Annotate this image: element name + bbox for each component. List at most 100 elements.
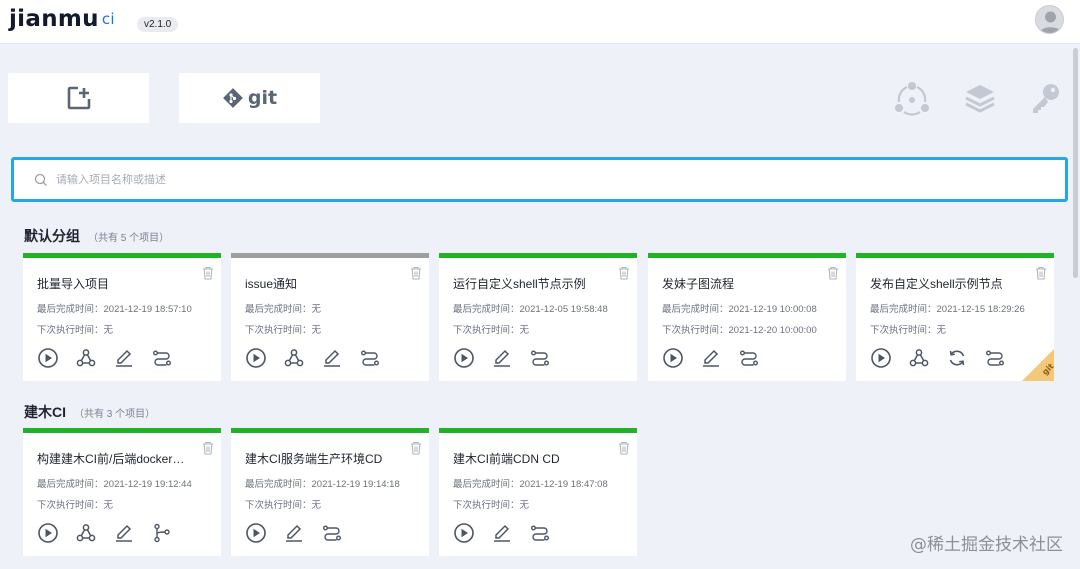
next-execution-label: 下次执行时间： [37, 325, 104, 336]
play-icon[interactable] [453, 522, 475, 544]
project-card[interactable]: 建木CI服务端生产环境CD 最后完成时间：2021-12-19 19:14:18 下… [231, 428, 429, 556]
next-execution: 下次执行时间：2021-12-20 10:00:00 [662, 322, 817, 336]
play-icon[interactable] [37, 347, 59, 369]
search-icon [34, 173, 47, 186]
next-execution-label: 下次执行时间： [37, 500, 104, 511]
next-execution-value: 无 [311, 325, 322, 336]
group-title: 默认分组 [24, 228, 80, 244]
top-bar: jianmu ci v2.1.0 [0, 0, 1080, 44]
card-actions [453, 522, 567, 544]
last-completed-value: 2021-12-19 19:12:44 [103, 479, 192, 490]
pencil-icon[interactable] [113, 522, 135, 544]
last-completed: 最后完成时间：2021-12-05 19:58:48 [453, 301, 608, 315]
trash-icon[interactable] [1035, 266, 1047, 280]
project-name[interactable]: 发布自定义shell示例节点 [870, 275, 1020, 292]
last-completed-label: 最后完成时间： [37, 304, 104, 315]
project-card[interactable]: issue通知 最后完成时间：无 下次执行时间：无 [231, 253, 429, 381]
next-execution: 下次执行时间：无 [453, 322, 529, 336]
git-badge: git [1022, 349, 1054, 381]
last-completed-value: 2021-12-19 10:00:08 [728, 304, 817, 315]
last-completed: 最后完成时间：2021-12-19 19:14:18 [245, 476, 400, 490]
project-name[interactable]: 建木CI服务端生产环境CD [245, 450, 395, 467]
next-execution-value: 无 [519, 500, 530, 511]
key-icon[interactable] [1028, 80, 1064, 116]
next-execution-value: 无 [103, 500, 114, 511]
project-card[interactable]: 批量导入项目 最后完成时间：2021-12-19 18:57:10 下次执行时间：无 [23, 253, 221, 381]
sync-icon[interactable] [946, 347, 968, 369]
project-name[interactable]: 运行自定义shell节点示例 [453, 275, 603, 292]
pencil-icon[interactable] [491, 347, 513, 369]
trash-icon[interactable] [618, 266, 630, 280]
project-name[interactable]: 构建建木CI前/后端docker镜像 [37, 450, 187, 467]
project-name[interactable]: 批量导入项目 [37, 275, 187, 292]
pencil-icon[interactable] [321, 347, 343, 369]
last-completed-label: 最后完成时间： [453, 304, 520, 315]
play-icon[interactable] [662, 347, 684, 369]
project-name[interactable]: issue通知 [245, 275, 395, 292]
layers-icon[interactable] [962, 80, 998, 116]
last-completed-label: 最后完成时间： [37, 479, 104, 490]
swap-icon[interactable] [984, 347, 1006, 369]
next-execution: 下次执行时间：无 [870, 322, 946, 336]
last-completed-value: 无 [311, 304, 322, 315]
last-completed: 最后完成时间：2021-12-19 18:57:10 [37, 301, 192, 315]
play-icon[interactable] [245, 522, 267, 544]
project-card[interactable]: 运行自定义shell节点示例 最后完成时间：2021-12-05 19:58:48… [439, 253, 637, 381]
pencil-icon[interactable] [491, 522, 513, 544]
play-icon[interactable] [870, 347, 892, 369]
webhook-icon[interactable] [75, 347, 97, 369]
webhook-icon[interactable] [75, 522, 97, 544]
play-icon[interactable] [453, 347, 475, 369]
git-label: git [247, 87, 278, 109]
import-git-button[interactable]: git [179, 73, 320, 123]
next-execution-label: 下次执行时间： [245, 500, 312, 511]
last-completed: 最后完成时间：2021-12-19 10:00:08 [662, 301, 817, 315]
webhook-icon[interactable] [908, 347, 930, 369]
next-execution-label: 下次执行时间： [870, 325, 937, 336]
last-completed-label: 最后完成时间： [245, 479, 312, 490]
swap-icon[interactable] [151, 347, 173, 369]
card-actions [245, 522, 359, 544]
trash-icon[interactable] [618, 441, 630, 455]
project-name[interactable]: 建木CI前端CDN CD [453, 450, 603, 467]
project-card[interactable]: 构建建木CI前/后端docker镜像最后完成时间：2021-12-19 19:1… [23, 428, 221, 556]
swap-icon[interactable] [738, 347, 760, 369]
card-actions [662, 347, 776, 369]
trash-icon[interactable] [827, 266, 839, 280]
avatar[interactable] [1035, 5, 1064, 34]
next-execution-label: 下次执行时间： [453, 325, 520, 336]
next-execution: 下次执行时间：无 [37, 322, 113, 336]
project-card[interactable]: 建木CI前端CDN CD 最后完成时间：2021-12-19 18:47:08 下次… [439, 428, 637, 556]
swap-icon[interactable] [529, 522, 551, 544]
project-card[interactable]: 发妹子图流程 最后完成时间：2021-12-19 10:00:08 下次执行时间：2… [648, 253, 846, 381]
trash-icon[interactable] [410, 441, 422, 455]
next-execution-value: 无 [311, 500, 322, 511]
pencil-icon[interactable] [113, 347, 135, 369]
last-completed-label: 最后完成时间： [662, 304, 729, 315]
user-avatar-icon [1039, 11, 1062, 33]
search-bar[interactable] [11, 157, 1068, 202]
pencil-icon[interactable] [283, 522, 305, 544]
pencil-icon[interactable] [700, 347, 722, 369]
branch-icon[interactable] [151, 522, 173, 544]
swap-icon[interactable] [359, 347, 381, 369]
scrollbar[interactable] [1073, 48, 1078, 278]
play-icon[interactable] [245, 347, 267, 369]
trash-icon[interactable] [202, 266, 214, 280]
swap-icon[interactable] [321, 522, 343, 544]
webhook-icon[interactable] [283, 347, 305, 369]
group-count: （共有 5 个项目） [88, 233, 170, 244]
project-name[interactable]: 发妹子图流程 [662, 275, 812, 292]
next-execution-value: 无 [103, 325, 114, 336]
last-completed-label: 最后完成时间： [453, 479, 520, 490]
swap-icon[interactable] [529, 347, 551, 369]
next-execution-value: 无 [519, 325, 530, 336]
new-project-button[interactable] [8, 73, 149, 123]
trash-icon[interactable] [410, 266, 422, 280]
play-icon[interactable] [37, 522, 59, 544]
node-graph-icon[interactable] [894, 80, 930, 116]
logo[interactable]: jianmu ci [9, 6, 115, 32]
project-card[interactable]: 发布自定义shell示例节点 最后完成时间：2021-12-15 18:29:26… [856, 253, 1054, 381]
search-input[interactable] [56, 173, 956, 186]
trash-icon[interactable] [202, 441, 214, 455]
